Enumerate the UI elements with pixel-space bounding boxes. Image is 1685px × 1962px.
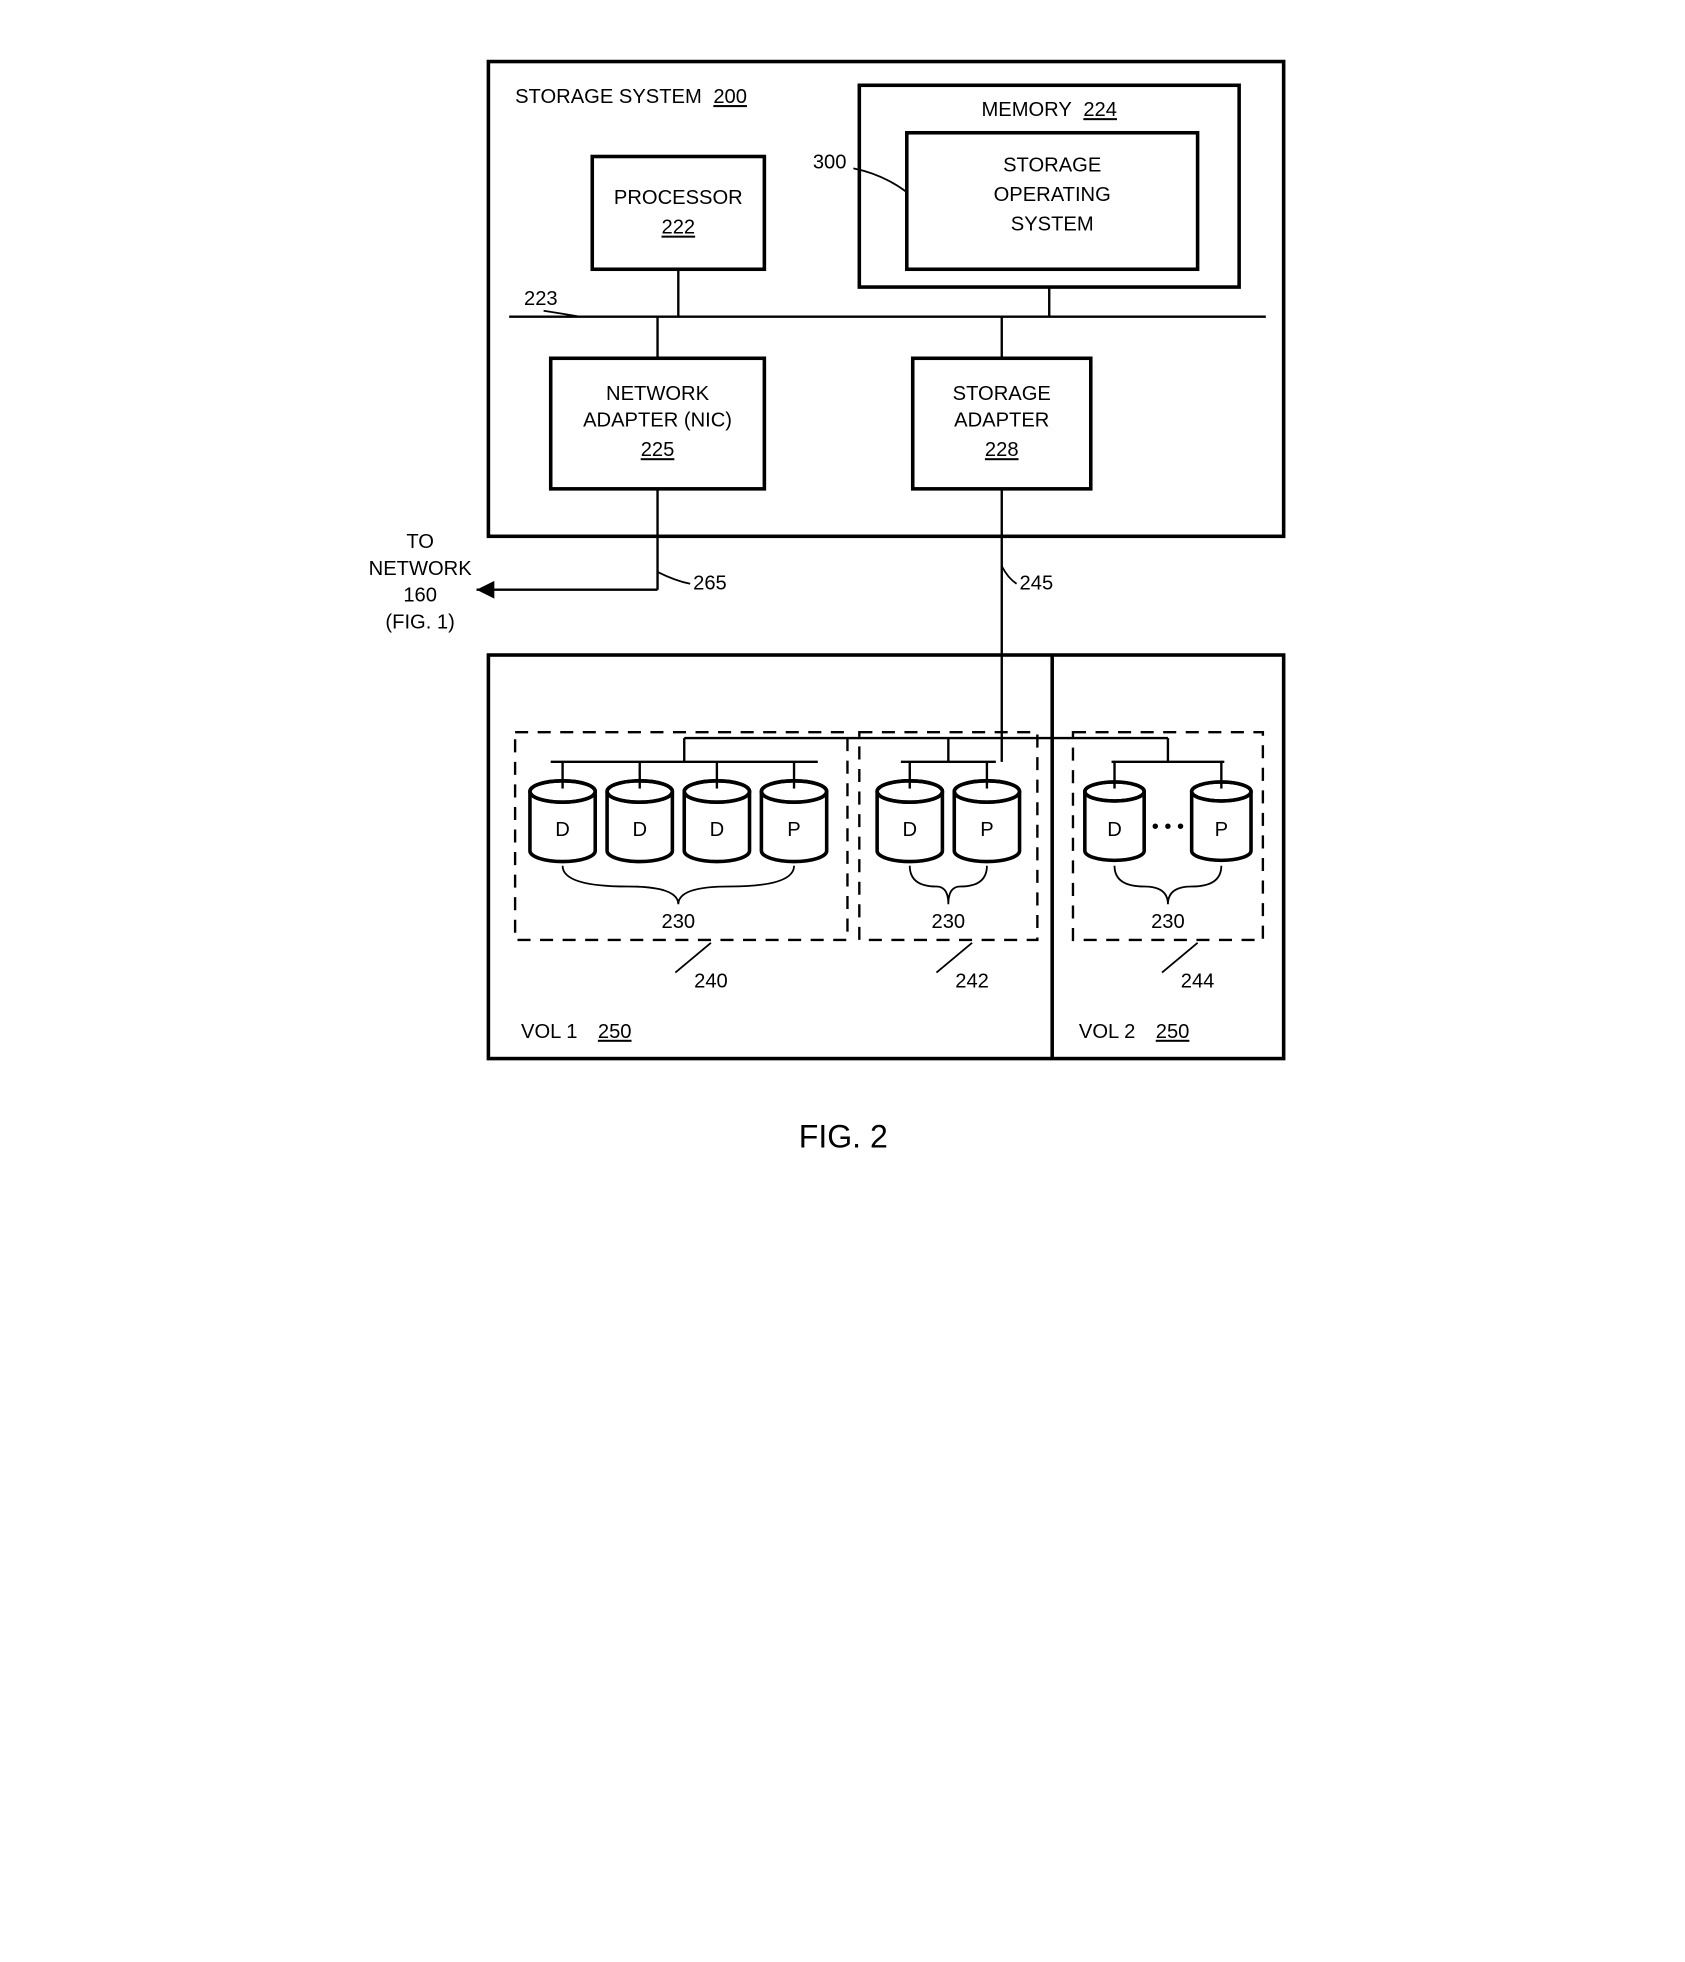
sos-l1: STORAGE: [1003, 154, 1101, 176]
processor-ref: 222: [661, 217, 695, 239]
leader-245: [1001, 566, 1016, 584]
g244-leader: [1161, 943, 1197, 973]
g244-disk-0: D: [1084, 762, 1143, 861]
g242-disk-1: P: [954, 762, 1019, 862]
sos-l3: SYSTEM: [1010, 214, 1093, 236]
memory-label: MEMORY 224: [981, 99, 1117, 121]
vol2-label: VOL 2 250: [1078, 1021, 1188, 1043]
g240-ref: 240: [694, 970, 728, 992]
svg-text:D: D: [632, 819, 647, 841]
ref-265: 265: [693, 573, 727, 595]
g240-disk-3: P: [761, 762, 826, 862]
g244-dots: • • •: [1151, 816, 1183, 838]
nic-ref: 225: [640, 439, 674, 461]
sadapter-ref: 228: [984, 439, 1018, 461]
g240-230: 230: [661, 911, 695, 933]
g240-disk-1: D: [607, 762, 672, 862]
g242-leader: [936, 943, 972, 973]
g240-leader: [675, 943, 711, 973]
g244-230: 230: [1151, 911, 1185, 933]
processor-label: PROCESSOR: [613, 187, 742, 209]
bus-ref: 223: [524, 288, 558, 310]
sadapter-l2: ADAPTER: [954, 410, 1049, 432]
sos-leader: [853, 168, 906, 192]
svg-text:D: D: [555, 819, 570, 841]
sos-l2: OPERATING: [993, 184, 1110, 206]
tonet-l4: (FIG. 1): [385, 611, 454, 633]
svg-text:D: D: [1107, 819, 1122, 841]
tonet-l1: TO: [406, 531, 434, 553]
g240-brace: [562, 866, 793, 905]
diagram: STORAGE SYSTEM 200 PROCESSOR 222 MEMORY …: [343, 20, 1343, 1184]
nic-l2: ADAPTER (NIC): [583, 410, 732, 432]
g240-disk-2: D: [684, 762, 749, 862]
group-242-box: [859, 732, 1037, 940]
svg-text:P: P: [787, 819, 800, 841]
tonet-l3: 160: [403, 585, 437, 607]
g244-disk-1: P: [1191, 762, 1250, 861]
leader-265: [657, 572, 690, 584]
processor-box: [592, 156, 764, 269]
svg-text:D: D: [902, 819, 917, 841]
sos-ref: 300: [812, 151, 846, 173]
g242-230: 230: [931, 911, 965, 933]
g242-ref: 242: [955, 970, 989, 992]
g240-disk-0: D: [529, 762, 594, 862]
g244-brace: [1114, 866, 1221, 905]
sadapter-l1: STORAGE: [952, 383, 1050, 405]
storage-system-label: STORAGE SYSTEM 200: [515, 86, 747, 108]
g244-ref: 244: [1180, 970, 1214, 992]
g242-brace: [909, 866, 986, 905]
svg-text:P: P: [1214, 819, 1227, 841]
vol1-label: VOL 1 250: [521, 1021, 631, 1043]
tonet-l2: NETWORK: [368, 558, 472, 580]
svg-text:P: P: [980, 819, 993, 841]
ref-245: 245: [1019, 573, 1053, 595]
nic-arrowhead: [476, 581, 494, 599]
svg-text:D: D: [709, 819, 724, 841]
figure-title: FIG. 2: [798, 1119, 887, 1155]
g242-disk-0: D: [877, 762, 942, 862]
nic-l1: NETWORK: [606, 383, 710, 405]
